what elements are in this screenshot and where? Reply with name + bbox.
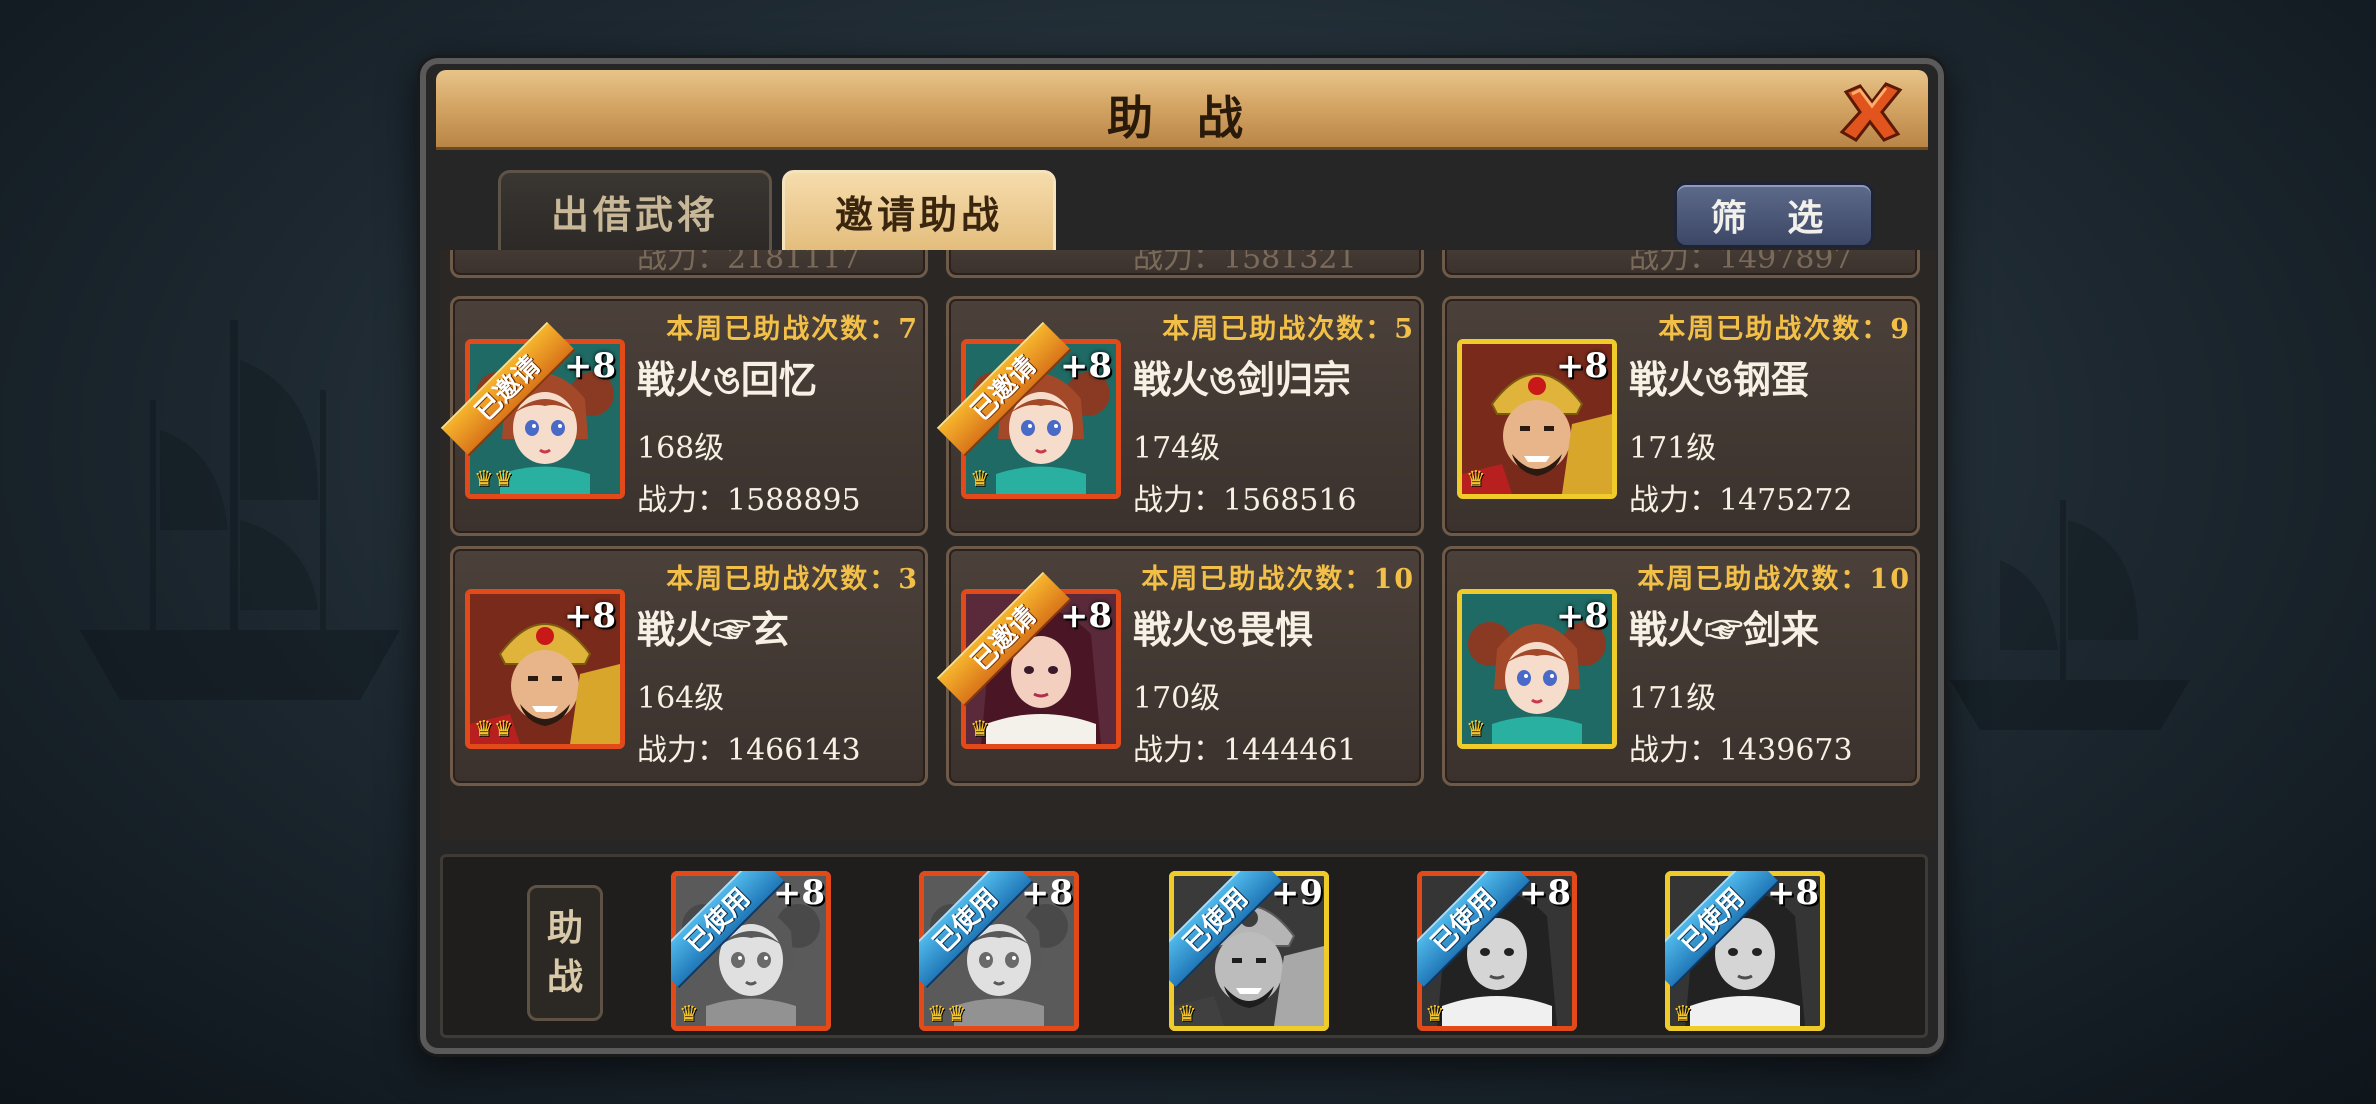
helper-list[interactable]: 战力：2181117 战力：1581321 战力：1497897 本周已助战次数：7…: [440, 250, 1936, 840]
weekly-assist-count: 本周已助战次数：3: [666, 564, 919, 595]
helper-card-partial[interactable]: 战力：1581321: [946, 250, 1424, 278]
assist-dialog: 助 战 出借武将 邀请助战 筛 选 战力：2181117 战力：1581321 战力…: [420, 58, 1944, 1054]
weekly-assist-count: 本周已助战次数：10: [1637, 564, 1911, 595]
used-ribbon: 已使用: [1665, 871, 1780, 989]
crown-icon: ♛: [1466, 717, 1486, 742]
crown-icon: ♛♛: [474, 467, 514, 492]
hero-star-plus: +8: [1555, 596, 1608, 636]
crown-icon: ♛: [1466, 467, 1486, 492]
helper-level: 170级: [1133, 681, 1221, 716]
used-ribbon-clip: 已使用: [1169, 871, 1329, 1031]
used-ribbon: 已使用: [1417, 871, 1532, 989]
assist-label-char: 助: [546, 907, 583, 950]
helper-name: 戦火ঙ回忆: [637, 357, 817, 402]
ship-silhouette-right: [1940, 480, 2200, 740]
crown-icon: ♛♛: [474, 717, 514, 742]
assist-label: 助 战: [527, 885, 603, 1021]
hero-portrait: +8 ♛♛: [465, 589, 625, 749]
hero-star-plus: +8: [1555, 346, 1608, 386]
close-icon: [1839, 82, 1903, 142]
helper-card-partial[interactable]: 战力：1497897: [1442, 250, 1920, 278]
helper-name: 戦火ঙ剑归宗: [1133, 357, 1351, 402]
assist-slots-bar: 助 战 +8 ♛ 已使用 +8 ♛♛ 已使用 +9 ♛ 已使用 +8 ♛ 已使用…: [440, 854, 1928, 1038]
assist-slot[interactable]: +8 ♛ 已使用: [671, 857, 831, 1041]
helper-card-partial[interactable]: 战力：2181117: [450, 250, 928, 278]
assist-label-char: 战: [546, 956, 583, 998]
weekly-assist-count: 本周已助战次数：5: [1162, 314, 1415, 345]
title-bar: 助 战: [436, 70, 1928, 150]
helper-level: 171级: [1629, 681, 1717, 716]
helper-level: 171级: [1629, 431, 1717, 466]
helper-card[interactable]: 本周已助战次数：10 +8 ♛ 戦火☞剑来 171级 战力：1439673: [1442, 546, 1920, 786]
helper-power: 战力：1439673: [1629, 733, 1853, 768]
assist-slot[interactable]: +8 ♛ 已使用: [1665, 857, 1825, 1041]
hero-portrait: +8 ♛: [1457, 339, 1617, 499]
used-ribbon-clip: 已使用: [1417, 871, 1577, 1031]
helper-level: 164级: [637, 681, 725, 716]
assist-slot[interactable]: +9 ♛ 已使用: [1169, 857, 1329, 1041]
filter-button[interactable]: 筛 选: [1674, 182, 1874, 248]
helper-power: 战力：1568516: [1133, 483, 1357, 518]
weekly-assist-count: 本周已助战次数：9: [1658, 314, 1911, 345]
used-ribbon: 已使用: [671, 871, 786, 989]
helper-power-partial: 战力：1497897: [1629, 250, 1853, 276]
used-ribbon-clip: 已使用: [1665, 871, 1825, 1031]
helper-level: 174级: [1133, 431, 1221, 466]
helper-power-partial: 战力：2181117: [637, 250, 861, 276]
tab-invite-assist[interactable]: 邀请助战: [782, 170, 1056, 250]
crown-icon: ♛: [970, 467, 990, 492]
hero-portrait: +8 ♛: [1457, 589, 1617, 749]
helper-power: 战力：1475272: [1629, 483, 1853, 518]
weekly-assist-count: 本周已助战次数：10: [1141, 564, 1415, 595]
hero-star-plus: +8: [563, 596, 616, 636]
crown-icon: ♛: [970, 717, 990, 742]
assist-slot[interactable]: +8 ♛♛ 已使用: [919, 857, 1079, 1041]
weekly-assist-count: 本周已助战次数：7: [666, 314, 919, 345]
helper-power: 战力：1444461: [1133, 733, 1357, 768]
helper-card[interactable]: 本周已助战次数：3 +8 ♛♛ 戦火☞玄 164级 战力：1466143: [450, 546, 928, 786]
helper-level: 168级: [637, 431, 725, 466]
helper-card[interactable]: 本周已助战次数：5 +8 ♛ 已邀请 戦火ঙ剑归宗 174级 战力：156851…: [936, 296, 1424, 536]
helper-power: 战力：1588895: [637, 483, 861, 518]
dialog-title: 助 战: [1106, 91, 1257, 145]
used-ribbon: 已使用: [919, 871, 1034, 989]
helper-name: 戦火☞玄: [637, 607, 790, 652]
helper-power-partial: 战力：1581321: [1133, 250, 1357, 276]
helper-power: 战力：1466143: [637, 733, 861, 768]
used-ribbon: 已使用: [1169, 871, 1284, 989]
tab-lend-generals[interactable]: 出借武将: [498, 170, 772, 250]
helper-card[interactable]: 本周已助战次数：10 +8 ♛ 已邀请 戦火ঙ畏惧 170级 战力：144446…: [936, 546, 1424, 786]
helper-name: 戦火ঙ钢蛋: [1629, 357, 1809, 402]
helper-card[interactable]: 本周已助战次数：9 +8 ♛ 戦火ঙ钢蛋 171级 战力：1475272: [1442, 296, 1920, 536]
helper-card[interactable]: 本周已助战次数：7 +8 ♛♛ 已邀请 戦火ঙ回忆 168级 战力：158889…: [440, 296, 928, 536]
assist-slot[interactable]: +8 ♛ 已使用: [1417, 857, 1577, 1041]
helper-name: 戦火ঙ畏惧: [1133, 607, 1313, 652]
helper-name: 戦火☞剑来: [1629, 607, 1820, 652]
close-button[interactable]: [1836, 80, 1906, 144]
used-ribbon-clip: 已使用: [919, 871, 1079, 1031]
used-ribbon-clip: 已使用: [671, 871, 831, 1031]
ship-silhouette-left: [60, 300, 420, 720]
